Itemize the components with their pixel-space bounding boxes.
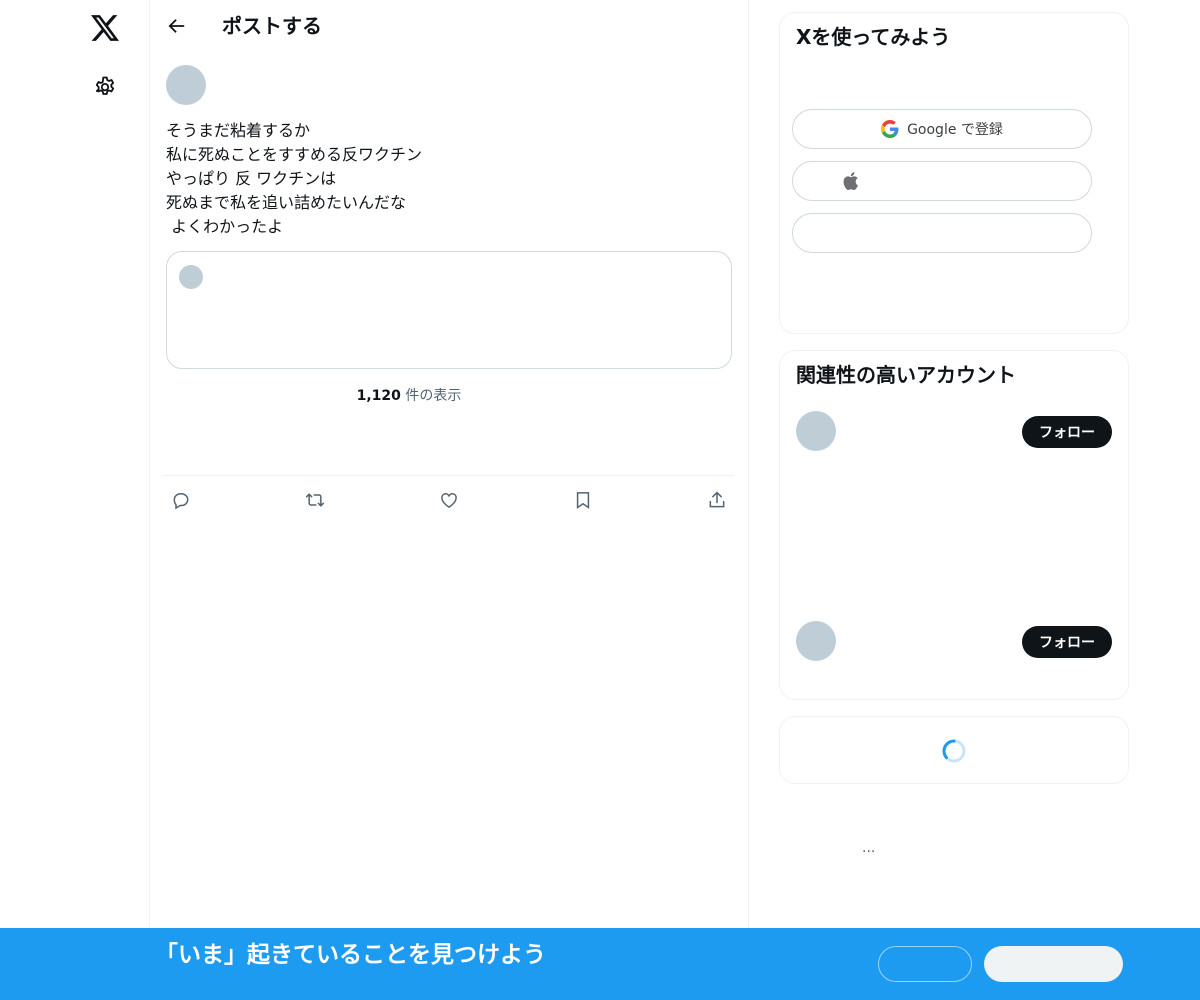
account-avatar[interactable] bbox=[796, 411, 836, 451]
signup-title: Xを使ってみよう bbox=[796, 25, 951, 49]
follow-button[interactable]: フォロー bbox=[1022, 626, 1112, 658]
signup-card: Xを使ってみよう Google で登録 bbox=[779, 12, 1129, 334]
share-icon bbox=[709, 491, 725, 508]
arrow-left-icon bbox=[168, 19, 185, 33]
follow-button[interactable]: フォロー bbox=[1022, 416, 1112, 448]
reply-button[interactable] bbox=[168, 487, 194, 513]
page-title: ポストする bbox=[222, 14, 322, 38]
apple-icon bbox=[843, 172, 858, 191]
repost-button[interactable] bbox=[302, 487, 328, 513]
page-header: ポストする bbox=[150, 0, 749, 53]
bookmark-button[interactable] bbox=[570, 487, 596, 513]
like-button[interactable] bbox=[436, 487, 462, 513]
repost-icon bbox=[305, 493, 325, 507]
post-text: そうまだ粘着するか 私に死ぬことをすすめる反ワクチン やっぱり 反 ワクチンは … bbox=[166, 121, 423, 236]
login-button[interactable] bbox=[878, 946, 972, 982]
bookmark-icon bbox=[576, 492, 590, 509]
author-avatar[interactable] bbox=[166, 65, 206, 105]
view-count: 1,120 件の表示 bbox=[150, 386, 668, 406]
x-logo-icon[interactable] bbox=[85, 8, 125, 48]
gear-icon[interactable] bbox=[85, 67, 125, 107]
bottom-bar-text: 「いま」起きていることを見つけよう bbox=[155, 942, 546, 968]
left-nav bbox=[0, 0, 150, 1000]
relevant-accounts-title: 関連性の高いアカウント bbox=[796, 363, 1016, 387]
google-signup-button[interactable]: Google で登録 bbox=[792, 109, 1092, 149]
register-button[interactable] bbox=[984, 946, 1123, 982]
loading-card bbox=[779, 716, 1129, 784]
apple-signup-button[interactable] bbox=[792, 161, 1092, 201]
google-icon bbox=[881, 120, 899, 138]
post-action-bar bbox=[150, 475, 749, 999]
reply-icon bbox=[173, 493, 189, 510]
account-avatar[interactable] bbox=[796, 621, 836, 661]
heart-icon bbox=[441, 493, 457, 508]
loading-spinner-icon bbox=[942, 739, 966, 763]
quoted-post-card[interactable] bbox=[166, 251, 732, 369]
view-count-number: 1,120 bbox=[356, 388, 401, 404]
google-signup-label: Google で登録 bbox=[907, 122, 1003, 138]
quoted-author-avatar bbox=[179, 265, 203, 289]
relevant-accounts-card: 関連性の高いアカウント フォロー フォロー bbox=[779, 350, 1129, 700]
back-button[interactable] bbox=[160, 9, 194, 43]
post-detail-column: ポストする そうまだ粘着するか 私に死ぬことをすすめる反ワクチン やっぱり 反 … bbox=[150, 0, 749, 1000]
more-menu[interactable]: ... bbox=[862, 840, 875, 856]
share-button[interactable] bbox=[704, 487, 730, 513]
bottom-signup-bar: 「いま」起きていることを見つけよう bbox=[0, 928, 1200, 1000]
create-account-button[interactable] bbox=[792, 213, 1092, 253]
view-count-label: 件の表示 bbox=[400, 388, 462, 404]
